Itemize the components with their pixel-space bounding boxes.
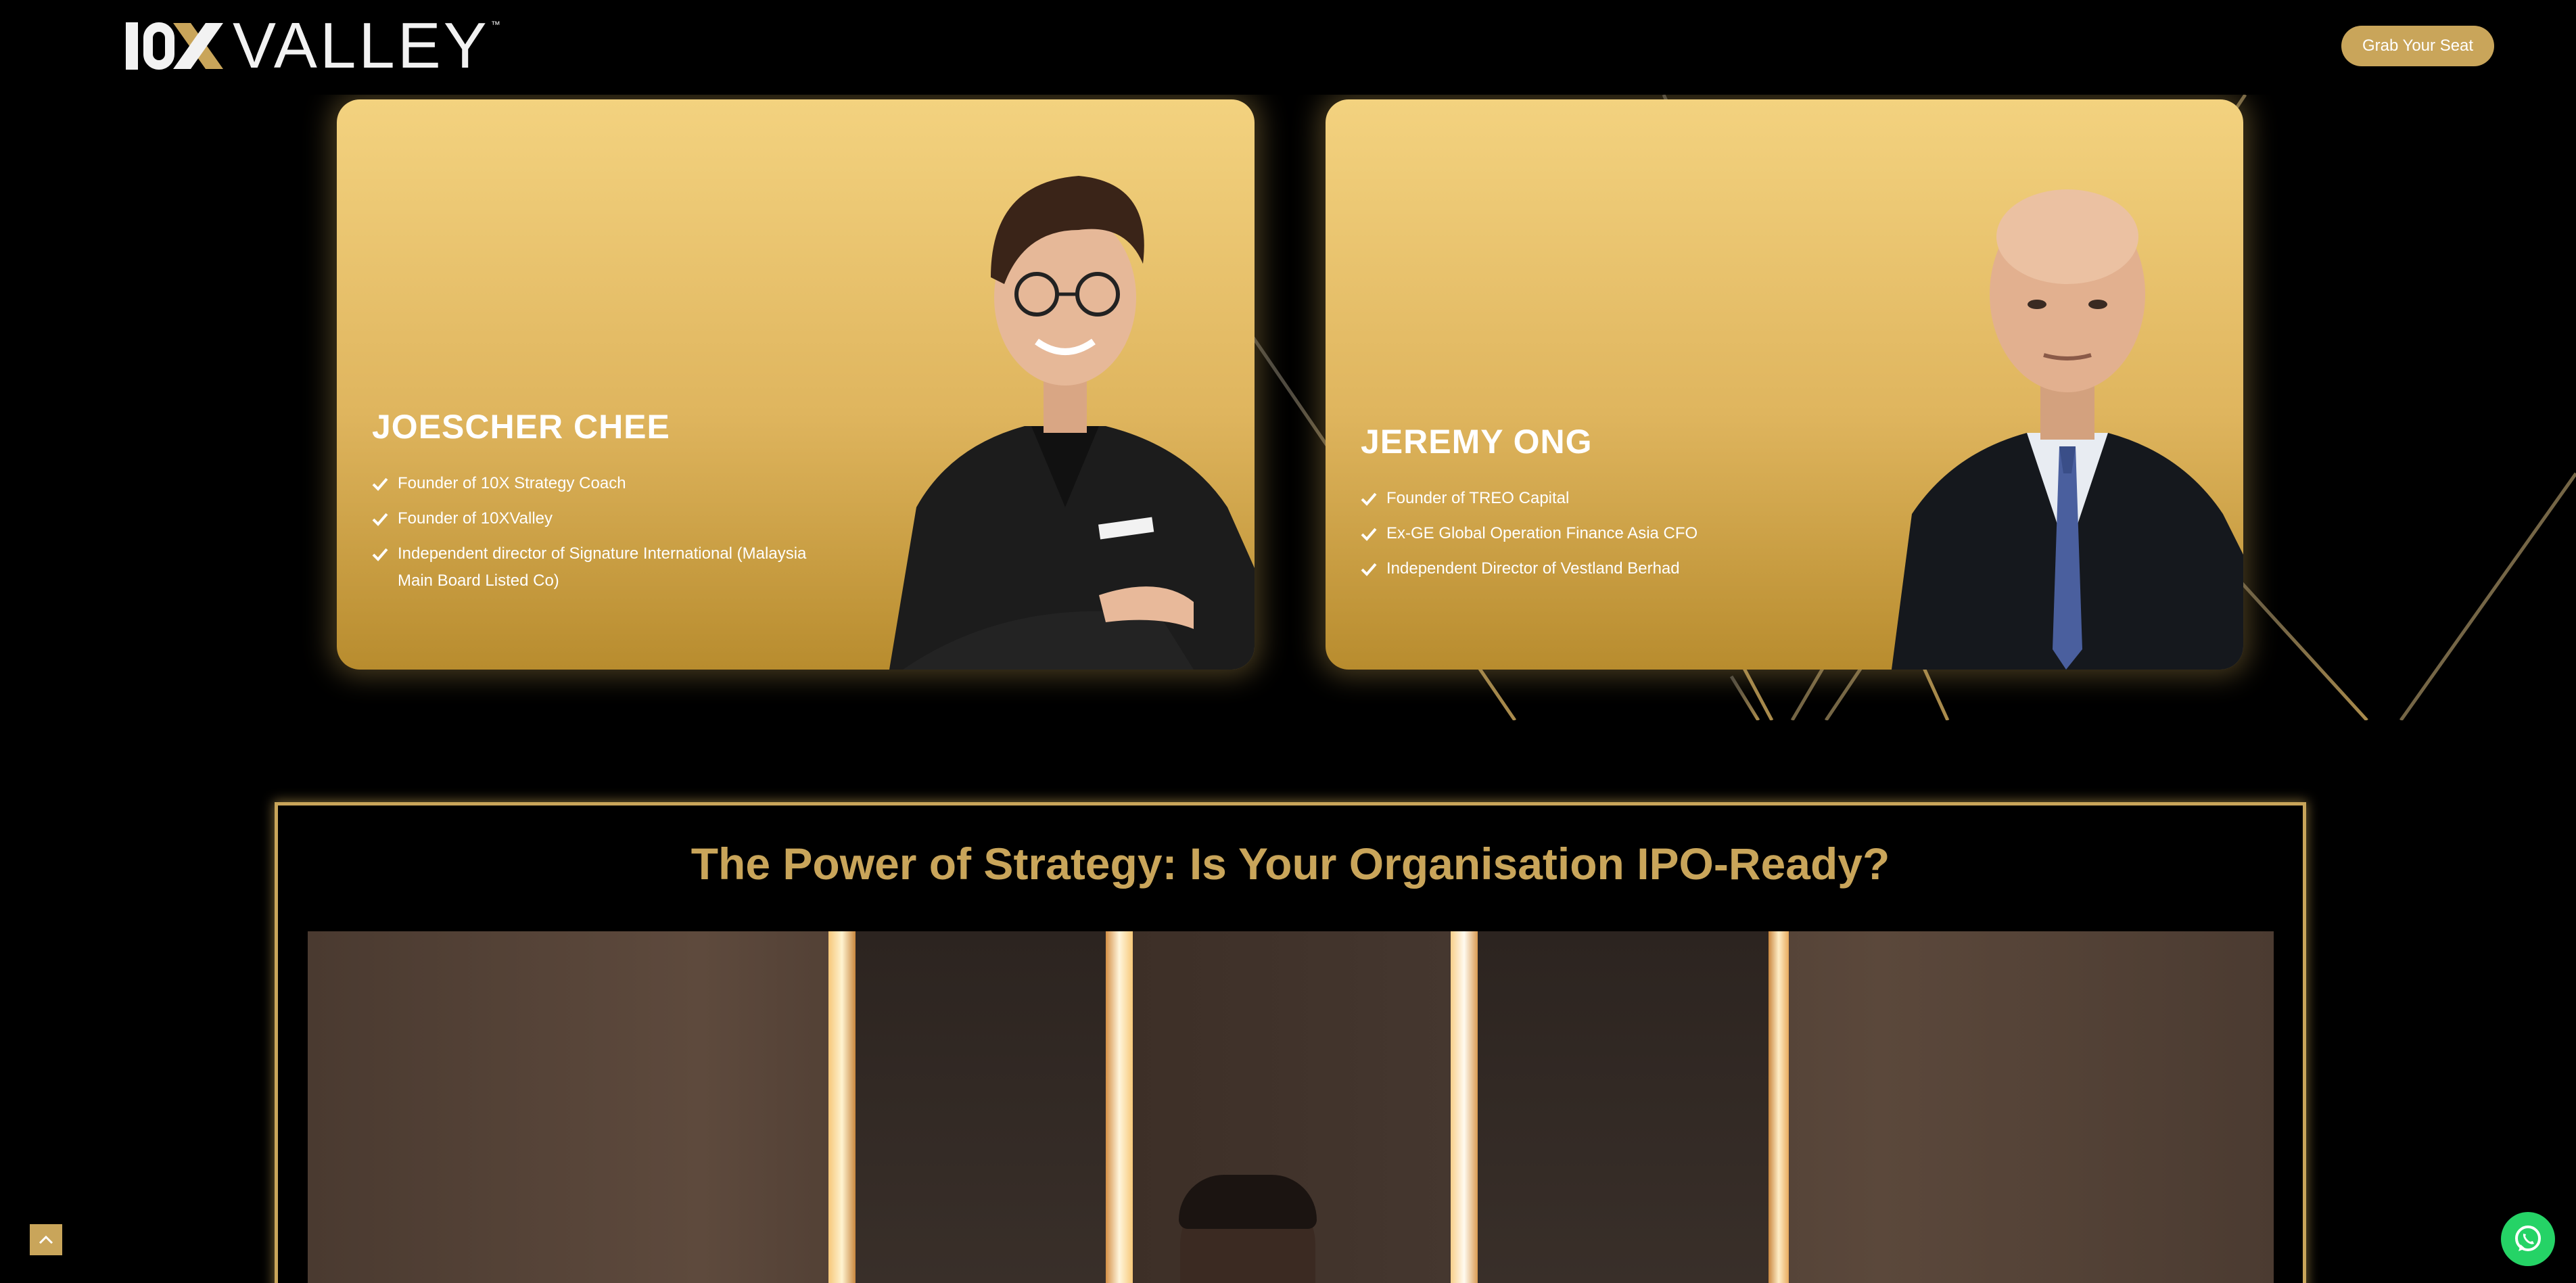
speaker-credentials: Founder of 10X Strategy Coach Founder of… [372,470,832,603]
credential-text: Ex-GE Global Operation Finance Asia CFO [1386,524,1698,542]
video-section: The Power of Strategy: Is Your Organisat… [275,802,2306,1283]
credential-text: Founder of 10X Strategy Coach [398,474,626,492]
whatsapp-chat-button[interactable] [2501,1212,2555,1266]
speaker-credentials: Founder of TREO Capital Ex-GE Global Ope… [1361,485,1821,590]
credential-text: Independent director of Signature Intern… [398,544,807,590]
check-icon [1361,528,1377,541]
page: VALLEY ™ Grab Your Seat JOESCHER CHEE Fo… [0,0,2576,1283]
chevron-up-icon [39,1235,53,1244]
check-icon [372,477,388,491]
10xvalley-logo[interactable]: VALLEY ™ [126,9,500,82]
speaker-card-joescher-chee: JOESCHER CHEE Founder of 10X Strategy Co… [337,99,1255,670]
credential-item: Founder of 10X Strategy Coach [372,470,832,497]
grab-your-seat-button[interactable]: Grab Your Seat [2341,26,2494,66]
speaker-card-jeremy-ong: JEREMY ONG Founder of TREO Capital Ex-GE… [1326,99,2243,670]
credential-text: Founder of TREO Capital [1386,489,1570,507]
credential-text: Founder of 10XValley [398,509,553,528]
credential-item: Independent Director of Vestland Berhad [1361,555,1821,582]
check-icon [1361,563,1377,576]
credential-text: Independent Director of Vestland Berhad [1386,559,1680,578]
credential-item: Independent director of Signature Intern… [372,540,832,594]
site-header: VALLEY ™ Grab Your Seat [0,0,2576,95]
logo-wordmark: VALLEY [233,9,490,82]
credential-item: Founder of TREO Capital [1361,485,1821,512]
video-section-title: The Power of Strategy: Is Your Organisat… [690,839,1890,889]
credential-item: Ex-GE Global Operation Finance Asia CFO [1361,520,1821,547]
check-icon [1361,492,1377,506]
speaker-name: JOESCHER CHEE [372,408,670,446]
logo-trademark: ™ [490,19,500,30]
speaker-portrait [1892,189,2243,670]
back-to-top-button[interactable] [30,1224,62,1255]
check-icon [372,548,388,561]
video-thumbnail[interactable] [308,931,2274,1283]
speaker-portrait [889,176,1255,670]
speaker-name: JEREMY ONG [1361,423,1593,461]
whatsapp-icon [2515,1226,2541,1251]
credential-item: Founder of 10XValley [372,505,832,532]
check-icon [372,513,388,526]
logo-mark [126,18,229,74]
